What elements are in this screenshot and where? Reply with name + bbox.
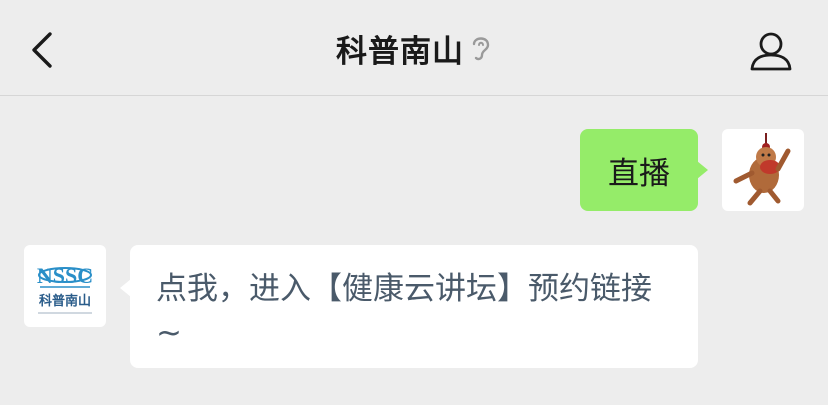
person-icon	[750, 32, 792, 71]
user-avatar[interactable]	[722, 129, 804, 211]
message-bubble-received[interactable]: 点我，进入【健康云讲坛】预约链接~	[120, 245, 698, 368]
message-bubble-sent[interactable]: 直播	[580, 129, 708, 211]
svg-text:NSSC: NSSC	[37, 263, 93, 288]
chat-title: 科普南山	[336, 33, 464, 70]
message-text: 点我，进入【健康云讲坛】预约链接~	[156, 271, 652, 351]
svg-text:科普南山: 科普南山	[39, 293, 91, 309]
cartoon-bear-avatar	[733, 133, 791, 206]
message-text: 直播	[608, 155, 670, 192]
back-chevron-icon	[32, 32, 52, 68]
back-button[interactable]	[26, 30, 62, 70]
ear-icon	[470, 34, 492, 62]
kepu-nanshan-logo: NSSC 科普南山	[37, 263, 93, 314]
official-account-avatar[interactable]: NSSC 科普南山	[24, 245, 106, 327]
profile-button[interactable]	[748, 30, 794, 72]
top-bar: 科普南山	[0, 0, 828, 96]
